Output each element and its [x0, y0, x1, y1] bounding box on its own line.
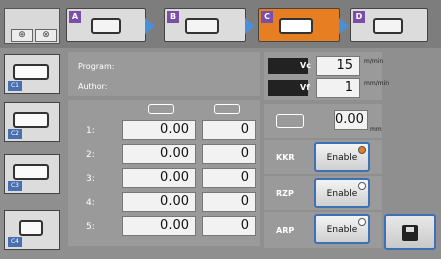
arrow-right-icon: [245, 18, 255, 34]
tab-letter: D: [353, 11, 365, 23]
lock-panel: ⊕ ⊗: [4, 8, 60, 44]
notes-icon: [19, 220, 43, 236]
machine-hmi-screen: ⊕ ⊗ A B C D C1 C2 C3 C4 Program: Author:…: [0, 0, 441, 259]
tab-letter: B: [167, 11, 179, 23]
vf-label: Vf: [300, 83, 310, 92]
sidebar-button-c1[interactable]: C1: [4, 54, 60, 94]
status-led-icon: [358, 218, 366, 226]
row-index: 3:: [86, 174, 95, 184]
tab-letter: C: [261, 11, 273, 23]
workpiece-icon: [276, 114, 304, 128]
kkr-label: KKR: [276, 153, 295, 162]
count-field-1[interactable]: 0: [202, 120, 256, 140]
length-field-3[interactable]: 0.00: [122, 168, 196, 188]
sidebar-tag: C2: [8, 129, 22, 139]
machine-icon: [91, 18, 121, 34]
row-index: 1:: [86, 126, 95, 136]
row-index: 5:: [86, 222, 95, 232]
length-field-1[interactable]: 0.00: [122, 120, 196, 140]
rzp-enable-label: Enable: [326, 189, 358, 199]
floppy-disk-icon: [402, 225, 418, 241]
arp-label: ARP: [276, 226, 295, 235]
rzp-label: RZP: [276, 189, 294, 198]
arrow-right-icon: [145, 18, 155, 34]
kkr-enable-button[interactable]: Enable: [314, 142, 370, 172]
kkr-enable-label: Enable: [326, 153, 358, 163]
program-info-panel: Program: Author:: [68, 52, 260, 96]
spindle-icon: [13, 112, 49, 128]
edit-icon: [279, 18, 313, 34]
vf-field[interactable]: 1: [316, 78, 360, 98]
top-tab-bar: ⊕ ⊗ A B C D: [0, 0, 441, 48]
save-button[interactable]: [384, 214, 436, 250]
speed-panel: Vc 15 m/min Vf 1 mm/min: [264, 52, 390, 100]
row-index: 4:: [86, 198, 95, 208]
tab-d[interactable]: D: [350, 8, 428, 42]
sidebar-button-c4[interactable]: C4: [4, 210, 60, 250]
count-column-icon: [214, 104, 240, 114]
vc-unit: m/min: [364, 58, 384, 65]
length-panel: 0.00 mm: [264, 104, 382, 138]
length-field-4[interactable]: 0.00: [122, 192, 196, 212]
tool-icon: [13, 64, 49, 80]
count-field-3[interactable]: 0: [202, 168, 256, 188]
count-field-4[interactable]: 0: [202, 192, 256, 212]
vc-label: Vc: [300, 61, 311, 70]
position-table-panel: 1: 0.00 0 2: 0.00 0 3: 0.00 0 4: 0.00 0 …: [68, 100, 260, 246]
sidebar-button-c3[interactable]: C3: [4, 154, 60, 194]
length-field-5[interactable]: 0.00: [122, 216, 196, 236]
status-led-icon: [358, 182, 366, 190]
setup-icon: [13, 164, 49, 180]
vc-field[interactable]: 15: [316, 56, 360, 76]
program-label: Program:: [78, 62, 115, 71]
count-field-5[interactable]: 0: [202, 216, 256, 236]
lock-icon[interactable]: ⊕: [11, 29, 33, 42]
arrow-right-icon: [339, 18, 349, 34]
arp-enable-button[interactable]: Enable: [314, 214, 370, 244]
key-icon[interactable]: ⊗: [35, 29, 57, 42]
tab-a[interactable]: A: [66, 8, 155, 42]
list-icon: [185, 18, 219, 34]
status-led-icon: [358, 146, 366, 154]
length-unit: mm: [370, 126, 382, 133]
tab-b[interactable]: B: [164, 8, 255, 42]
sidebar-button-c2[interactable]: C2: [4, 102, 60, 142]
row-index: 2:: [86, 150, 95, 160]
vf-unit: mm/min: [364, 80, 390, 87]
sidebar-tag: C4: [8, 237, 22, 247]
sidebar-tag: C1: [8, 81, 22, 91]
tab-c[interactable]: C: [258, 8, 349, 42]
length-column-icon: [148, 104, 174, 114]
length-field[interactable]: 0.00: [334, 110, 368, 130]
sidebar-tag: C3: [8, 181, 22, 191]
count-field-2[interactable]: 0: [202, 144, 256, 164]
length-field-2[interactable]: 0.00: [122, 144, 196, 164]
tab-letter: A: [69, 11, 81, 23]
machine-run-icon: [373, 18, 403, 34]
author-label: Author:: [78, 82, 108, 91]
arp-enable-label: Enable: [326, 225, 358, 235]
rzp-enable-button[interactable]: Enable: [314, 178, 370, 208]
